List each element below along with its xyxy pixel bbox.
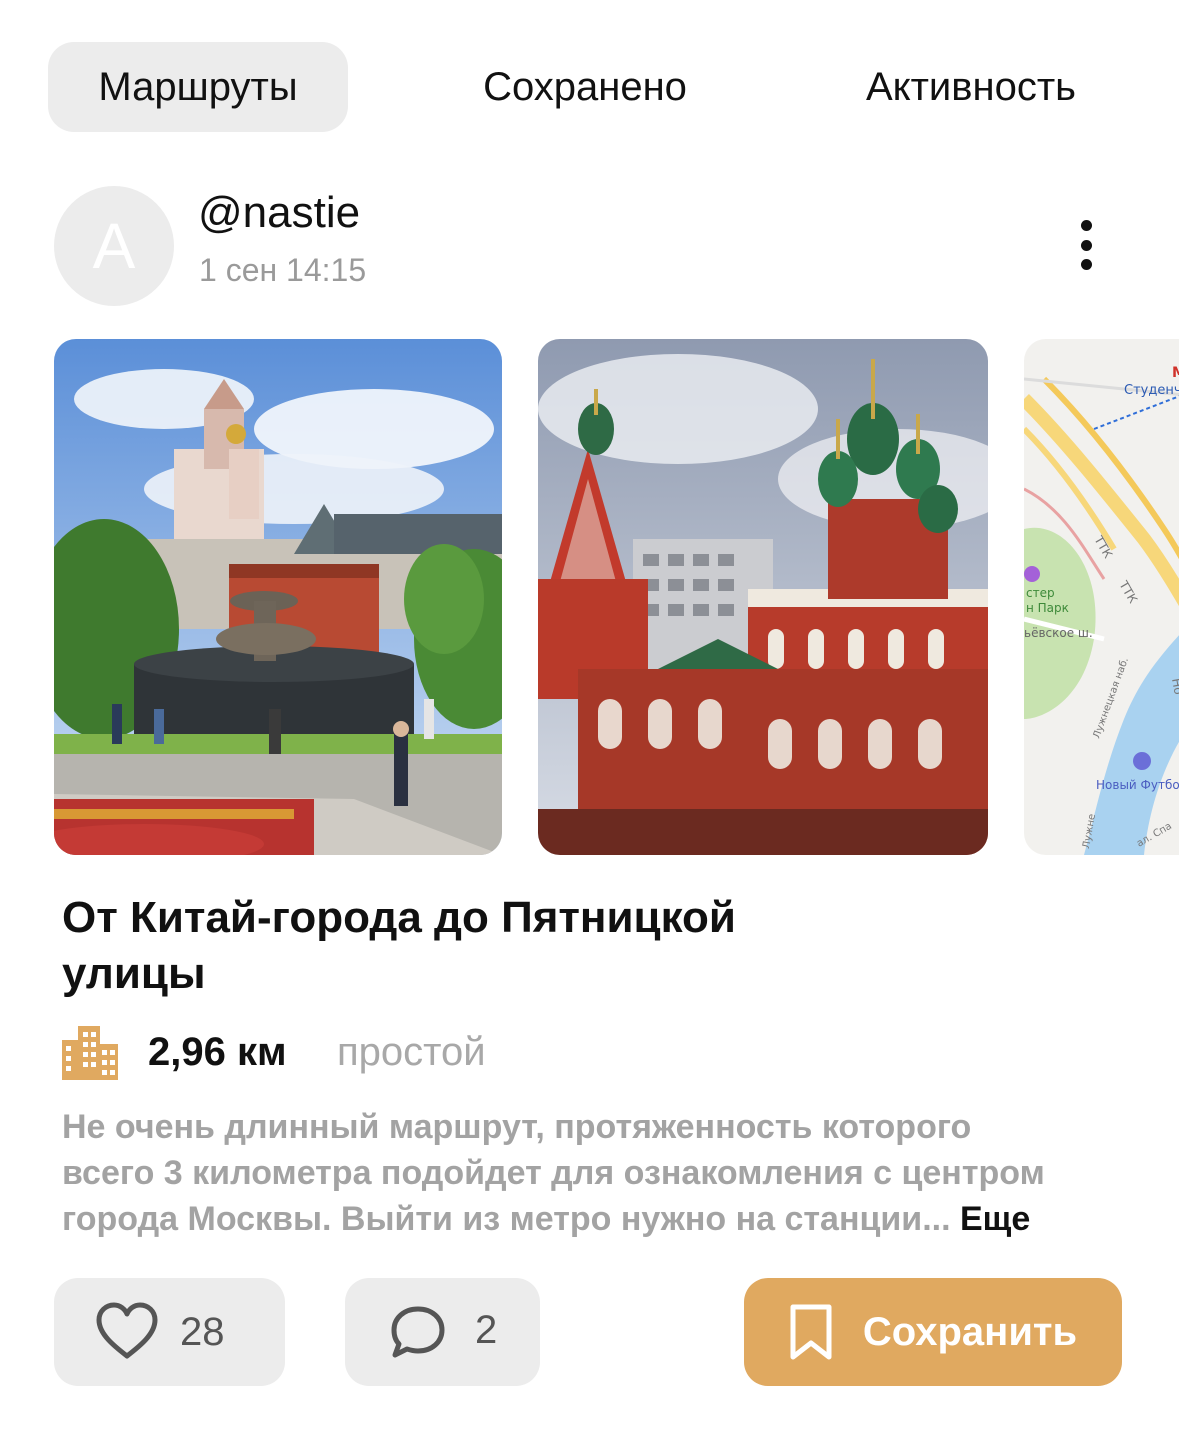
church-image: [538, 339, 988, 855]
photo-gallery[interactable]: М Студенч стер н Парк ьёвское ш. ТТК ТТК…: [54, 339, 1179, 855]
square-fountain-photo[interactable]: [54, 339, 502, 855]
description-line: Не очень длинный маршрут, протяженность …: [62, 1108, 972, 1146]
route-title-line: От Китай-города до Пятницкой: [62, 893, 736, 942]
description-line-last: города Москвы. Выйти из метро нужно на с…: [62, 1196, 1142, 1242]
heart-icon: [96, 1302, 158, 1359]
route-description: Не очень длинный маршрут, протяженность …: [62, 1104, 1142, 1242]
save-button[interactable]: Сохранить: [744, 1278, 1122, 1386]
read-more-link[interactable]: Еще: [960, 1200, 1030, 1238]
top-tabs: Маршруты Сохранено Активность: [48, 42, 1128, 132]
route-meta: 2,96 км простой: [62, 1022, 762, 1082]
bookmark-icon: [790, 1304, 832, 1360]
like-button[interactable]: 28: [54, 1278, 285, 1386]
likes-count: 28: [180, 1310, 225, 1354]
route-title[interactable]: От Китай-города до Пятницкой улицы: [62, 890, 882, 1002]
church-green-domes-photo[interactable]: [538, 339, 988, 855]
post-timestamp: 1 сен 14:15: [199, 252, 367, 288]
city-building-icon: [62, 1026, 118, 1080]
more-vertical-icon[interactable]: [1062, 210, 1110, 280]
tab-routes[interactable]: Маршруты: [48, 42, 348, 132]
save-button-label: Сохранить: [862, 1309, 1078, 1354]
comments-count: 2: [475, 1308, 498, 1352]
svg-text:н Парк: н Парк: [1026, 601, 1069, 615]
avatar[interactable]: A: [54, 186, 174, 306]
tab-saved[interactable]: Сохранено: [460, 42, 710, 132]
username[interactable]: @nastie: [198, 188, 360, 238]
description-line: всего 3 километра подойдет для ознакомле…: [62, 1154, 1045, 1192]
map-street-label: ьёвское ш.: [1024, 626, 1093, 640]
description-line: города Москвы. Выйти из метро нужно на с…: [62, 1200, 960, 1238]
more-dot: [1080, 220, 1092, 231]
route-difficulty: простой: [337, 1030, 486, 1074]
svg-text:М: М: [1172, 365, 1179, 381]
tab-activity[interactable]: Активность: [838, 42, 1104, 132]
more-dot: [1080, 259, 1092, 270]
comment-bubble-icon: [391, 1306, 445, 1358]
square-fountain-image: [54, 339, 502, 855]
more-dot: [1080, 239, 1092, 251]
route-distance: 2,96 км: [148, 1030, 287, 1074]
route-map-preview[interactable]: М Студенч стер н Парк ьёвское ш. ТТК ТТК…: [1024, 339, 1179, 855]
comment-button[interactable]: 2: [345, 1278, 540, 1386]
map-metro-label: Студенч: [1124, 383, 1179, 398]
route-title-line: улицы: [62, 949, 206, 998]
map-venue-label: Новый Футбо: [1096, 778, 1179, 792]
svg-text:стер: стер: [1026, 586, 1055, 600]
map-image: М Студенч стер н Парк ьёвское ш. ТТК ТТК…: [1024, 339, 1179, 855]
